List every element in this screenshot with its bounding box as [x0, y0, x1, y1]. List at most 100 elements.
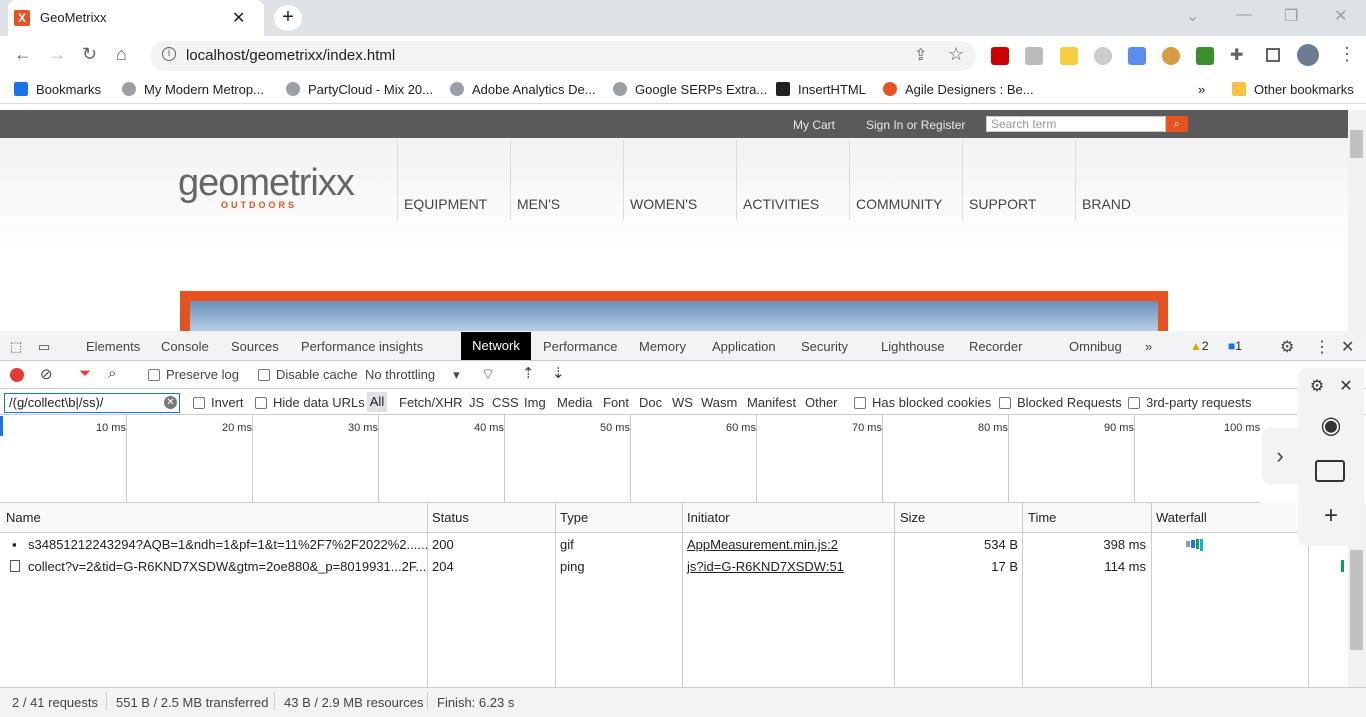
other-bookmarks[interactable]: Other bookmarks: [1232, 82, 1354, 97]
record-icon[interactable]: [10, 368, 24, 382]
tab-recorder[interactable]: Recorder: [969, 339, 1022, 354]
nav-womens[interactable]: WOMEN'S: [630, 196, 697, 212]
type-filter-font[interactable]: Font: [603, 395, 629, 410]
url-text[interactable]: localhost/geometrixx/index.html: [186, 47, 395, 64]
add-icon[interactable]: +: [1316, 502, 1346, 530]
third-party-checkbox[interactable]: 3rd-party requests: [1128, 395, 1252, 410]
extension-cookie-icon[interactable]: [1162, 47, 1180, 65]
restore-icon[interactable]: ❐: [1284, 6, 1298, 26]
network-conditions-icon[interactable]: ⌔: [481, 365, 495, 384]
share-icon[interactable]: ⇪: [914, 45, 927, 65]
more-bookmarks-icon[interactable]: »: [1198, 82, 1205, 97]
messages-badge[interactable]: ■1: [1228, 339, 1242, 353]
tab-omnibug[interactable]: Omnibug: [1069, 339, 1122, 354]
site-info-icon[interactable]: i: [162, 47, 176, 61]
column-divider[interactable]: [682, 503, 683, 687]
request-name[interactable]: collect?v=2&tid=G-R6KND7XSDW&gtm=2oe880&…: [28, 559, 426, 574]
type-filter-all[interactable]: All: [367, 392, 387, 412]
forward-icon[interactable]: →: [48, 44, 66, 65]
bookmark-item[interactable]: Agile Designers : Be...: [883, 82, 1034, 97]
hide-data-urls-checkbox[interactable]: Hide data URLs: [255, 395, 365, 410]
tab-search-icon[interactable]: ⌄: [1186, 6, 1199, 26]
bookmark-item[interactable]: Google SERPs Extra...: [613, 82, 767, 97]
extension-chart-icon[interactable]: [1196, 47, 1214, 65]
col-size[interactable]: Size: [900, 510, 925, 525]
tab-console[interactable]: Console: [161, 339, 209, 354]
search-icon[interactable]: ⌕: [1166, 116, 1188, 132]
col-initiator[interactable]: Initiator: [687, 510, 730, 525]
col-waterfall[interactable]: Waterfall: [1156, 510, 1207, 525]
tab-memory[interactable]: Memory: [639, 339, 686, 354]
invert-checkbox[interactable]: Invert: [193, 395, 244, 410]
clear-icon[interactable]: ⊘: [40, 365, 53, 383]
camera-icon[interactable]: ◉: [1316, 411, 1346, 440]
preserve-log-checkbox[interactable]: Preserve log: [148, 367, 239, 382]
capture-settings-icon[interactable]: ⚙: [1302, 376, 1332, 396]
blocked-requests-checkbox[interactable]: Blocked Requests: [999, 395, 1122, 410]
site-logo[interactable]: geometrixx: [178, 162, 355, 205]
my-cart-link[interactable]: My Cart: [793, 118, 835, 132]
device-toggle-icon[interactable]: ▭: [38, 339, 50, 355]
nav-mens[interactable]: MEN'S: [517, 196, 560, 212]
column-divider[interactable]: [427, 503, 428, 687]
video-record-icon[interactable]: [1315, 460, 1345, 482]
search-icon[interactable]: ⌕: [108, 365, 116, 382]
column-divider[interactable]: [555, 503, 556, 687]
nav-community[interactable]: COMMUNITY: [856, 196, 942, 212]
column-divider[interactable]: [894, 503, 895, 687]
profile-avatar[interactable]: [1297, 44, 1319, 66]
column-divider[interactable]: [1151, 503, 1152, 687]
throttling-select[interactable]: No throttling ▾: [365, 367, 460, 383]
col-time[interactable]: Time: [1028, 510, 1056, 525]
import-har-icon[interactable]: ⇡: [522, 364, 535, 382]
home-icon[interactable]: ⌂: [116, 44, 127, 65]
tab-performance-insights[interactable]: Performance insights: [301, 339, 423, 354]
devtools-close-icon[interactable]: ✕: [1341, 337, 1354, 357]
request-initiator-link[interactable]: js?id=G-R6KND7XSDW:51: [687, 559, 844, 574]
extensions-puzzle-icon[interactable]: ✚: [1230, 45, 1243, 65]
tab-performance[interactable]: Performance: [543, 339, 617, 354]
type-filter-fetch[interactable]: Fetch/XHR: [399, 395, 463, 410]
settings-gear-icon[interactable]: ⚙: [1280, 337, 1294, 357]
type-filter-img[interactable]: Img: [524, 395, 546, 410]
request-initiator-link[interactable]: AppMeasurement.min.js:2: [687, 537, 838, 552]
extension-gray-icon[interactable]: [1025, 47, 1043, 65]
nav-brand[interactable]: BRAND: [1082, 196, 1131, 212]
reload-icon[interactable]: ↻: [82, 44, 97, 65]
tab-network[interactable]: Network: [461, 332, 531, 360]
has-blocked-cookies-checkbox[interactable]: Has blocked cookies: [854, 395, 991, 410]
type-filter-ws[interactable]: WS: [672, 395, 693, 410]
bookmark-item[interactable]: InsertHTML: [776, 82, 866, 97]
extension-arrow-icon[interactable]: [1128, 47, 1146, 65]
more-tabs-icon[interactable]: »: [1145, 339, 1152, 354]
tab-elements[interactable]: Elements: [86, 339, 140, 354]
type-filter-manifest[interactable]: Manifest: [747, 395, 796, 410]
type-filter-css[interactable]: CSS: [492, 395, 519, 410]
bookmark-item[interactable]: PartyCloud - Mix 20...: [286, 82, 433, 97]
warnings-badge[interactable]: ▲2: [1190, 339, 1209, 353]
devtools-menu-icon[interactable]: ⋮: [1314, 337, 1330, 357]
tab-application[interactable]: Application: [712, 339, 776, 354]
minimize-icon[interactable]: —: [1236, 6, 1252, 24]
table-scrollbar-thumb[interactable]: [1350, 550, 1363, 650]
page-scrollbar-thumb[interactable]: [1350, 130, 1363, 158]
waterfall-bar[interactable]: [1341, 560, 1344, 572]
bookmark-item[interactable]: Adobe Analytics De...: [450, 82, 596, 97]
col-name[interactable]: Name: [6, 510, 41, 525]
timeline-cursor[interactable]: [0, 416, 3, 436]
bookmark-star-icon[interactable]: ☆: [948, 44, 964, 65]
extension-circle-icon[interactable]: [1094, 47, 1112, 65]
sign-in-link[interactable]: Sign In or Register: [866, 118, 965, 132]
tab-sources[interactable]: Sources: [231, 339, 279, 354]
type-filter-wasm[interactable]: Wasm: [701, 395, 737, 410]
col-status[interactable]: Status: [432, 510, 469, 525]
filter-icon[interactable]: ⏷: [79, 365, 91, 382]
tab-security[interactable]: Security: [801, 339, 848, 354]
tab-close-icon[interactable]: ✕: [232, 8, 245, 28]
back-icon[interactable]: ←: [14, 44, 32, 65]
request-name[interactable]: s34851212243294?AQB=1&ndh=1&pf=1&t=11%2F…: [28, 537, 428, 552]
window-close-icon[interactable]: ✕: [1334, 6, 1347, 26]
tab-lighthouse[interactable]: Lighthouse: [881, 339, 945, 354]
nav-equipment[interactable]: EQUIPMENT: [404, 196, 487, 212]
menu-kebab-icon[interactable]: ⋮: [1338, 44, 1356, 65]
